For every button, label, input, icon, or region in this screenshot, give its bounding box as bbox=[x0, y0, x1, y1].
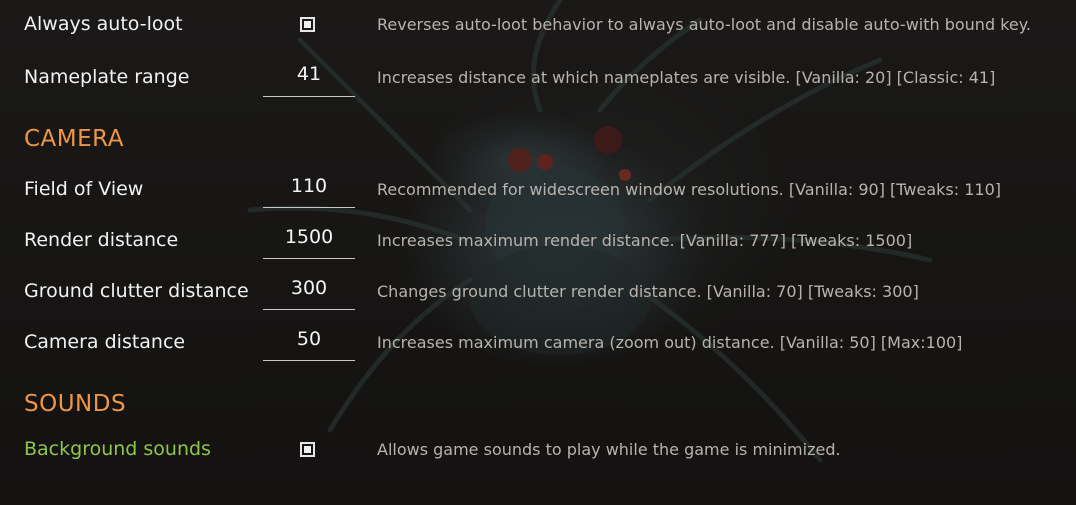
setting-label: Render distance bbox=[24, 229, 179, 251]
setting-row-background-sounds: Background sounds Allows game sounds to … bbox=[0, 432, 1076, 472]
setting-label: Field of View bbox=[24, 178, 144, 200]
nameplate-range-input[interactable]: 41 bbox=[263, 58, 355, 97]
ground-clutter-distance-input[interactable]: 300 bbox=[263, 272, 355, 310]
setting-description: Increases maximum render distance. [Vani… bbox=[377, 231, 913, 250]
section-title-sounds: SOUNDS bbox=[24, 391, 127, 417]
setting-label: Camera distance bbox=[24, 331, 186, 353]
checkbox-check-mark bbox=[304, 446, 311, 453]
background-sounds-checkbox[interactable] bbox=[300, 442, 315, 457]
field-of-view-input[interactable]: 110 bbox=[263, 170, 355, 208]
setting-row-ground-clutter-distance: Ground clutter distance 300 Changes grou… bbox=[0, 272, 1076, 312]
setting-description: Changes ground clutter render distance. … bbox=[377, 282, 919, 301]
settings-panel: Always auto-loot Reverses auto-loot beha… bbox=[0, 0, 1076, 505]
setting-description: Increases distance at which nameplates a… bbox=[377, 68, 996, 87]
setting-label: Nameplate range bbox=[24, 66, 190, 88]
camera-distance-input[interactable]: 50 bbox=[263, 323, 355, 361]
always-auto-loot-checkbox[interactable] bbox=[300, 17, 315, 32]
render-distance-input[interactable]: 1500 bbox=[263, 221, 355, 259]
setting-row-nameplate-range: Nameplate range 41 Increases distance at… bbox=[0, 58, 1076, 98]
setting-description: Reverses auto-loot behavior to always au… bbox=[377, 15, 1031, 34]
setting-label: Background sounds bbox=[24, 438, 211, 460]
setting-label: Ground clutter distance bbox=[24, 280, 249, 302]
setting-row-camera-distance: Camera distance 50 Increases maximum cam… bbox=[0, 323, 1076, 363]
setting-row-always-auto-loot: Always auto-loot Reverses auto-loot beha… bbox=[0, 8, 1076, 48]
section-title-camera: CAMERA bbox=[24, 126, 124, 152]
setting-row-render-distance: Render distance 1500 Increases maximum r… bbox=[0, 221, 1076, 261]
setting-description: Recommended for widescreen window resolu… bbox=[377, 180, 1001, 199]
setting-row-field-of-view: Field of View 110 Recommended for widesc… bbox=[0, 170, 1076, 210]
setting-description: Increases maximum camera (zoom out) dist… bbox=[377, 333, 963, 352]
setting-label: Always auto-loot bbox=[24, 13, 183, 35]
setting-description: Allows game sounds to play while the gam… bbox=[377, 440, 841, 459]
checkbox-check-mark bbox=[304, 21, 311, 28]
